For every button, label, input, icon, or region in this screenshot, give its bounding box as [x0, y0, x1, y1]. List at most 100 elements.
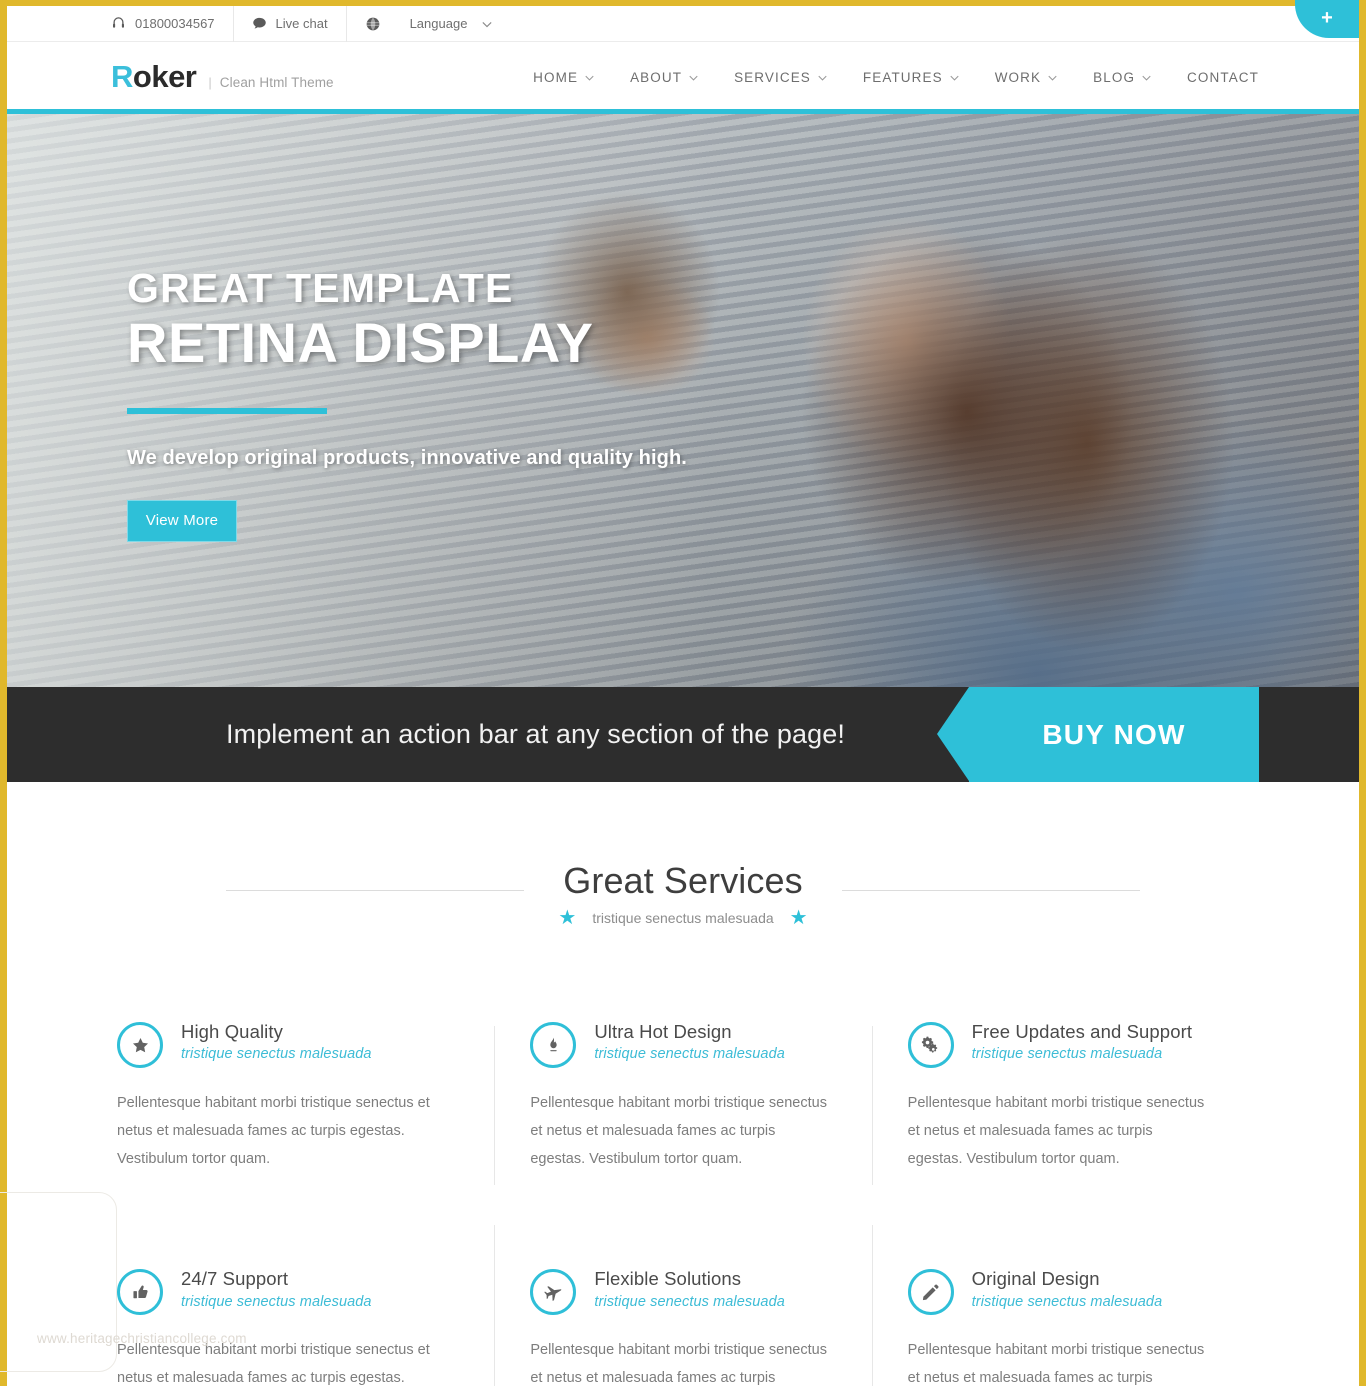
service-card-original-design[interactable]: Original Design tristique senectus males…: [871, 1219, 1249, 1386]
section-subtitle: tristique senectus malesuada: [592, 910, 774, 926]
nav-label: HOME: [533, 69, 579, 85]
airplane-icon: [530, 1269, 577, 1316]
topbar-language-label: Language: [409, 16, 468, 31]
hero-title-small: GREAT TEMPLATE: [127, 265, 514, 311]
logo-text: Roker: [111, 59, 197, 95]
logo-tagline: Clean Html Theme: [219, 75, 334, 90]
service-card-subtitle: tristique senectus malesuada: [594, 1046, 785, 1063]
nav-label: SERVICES: [734, 69, 811, 85]
site-header: Roker | Clean Html Theme HOME ABOUT SERV…: [7, 42, 1359, 114]
plus-icon: +: [1321, 7, 1333, 29]
service-card-titles: Original Design tristique senectus males…: [972, 1267, 1163, 1309]
service-card-body: Pellentesque habitant morbi tristique se…: [907, 1095, 1205, 1167]
nav-item-work[interactable]: WORK: [977, 70, 1075, 85]
hero-content: GREAT TEMPLATE RETINA DISPLAY We develop…: [7, 112, 1359, 542]
star-icon: ★: [789, 907, 808, 929]
service-card-body: Pellentesque habitant morbi tristique se…: [117, 1095, 430, 1167]
topbar-phone-label: 01800034567: [135, 16, 215, 31]
nav-item-home[interactable]: HOME: [515, 70, 612, 85]
nav-label: ABOUT: [630, 69, 683, 85]
chevron-down-icon: [1142, 73, 1151, 83]
star-icon: ★: [558, 907, 577, 929]
chevron-down-icon: [818, 73, 827, 83]
nav-item-features[interactable]: FEATURES: [845, 70, 977, 85]
top-utility-bar: 01800034567 Live chat Language +: [7, 0, 1359, 42]
nav-label: WORK: [994, 69, 1042, 85]
logo-separator: |: [208, 75, 212, 90]
hero-title-large: RETINA DISPLAY: [127, 311, 594, 375]
hero-subtitle: We develop original products, innovative…: [127, 446, 687, 469]
gears-icon: [907, 1022, 954, 1068]
chat-bubble-icon: [252, 16, 267, 31]
star-icon: [117, 1022, 163, 1068]
service-card-titles: Ultra Hot Design tristique senectus male…: [594, 1020, 785, 1062]
nav-item-services[interactable]: SERVICES: [716, 70, 845, 85]
service-card-flexible-solutions[interactable]: Flexible Solutions tristique senectus ma…: [494, 1219, 871, 1386]
nav-label: FEATURES: [862, 69, 943, 85]
add-tab-button[interactable]: +: [1295, 0, 1359, 38]
topbar-phone[interactable]: 01800034567: [111, 5, 234, 42]
section-title: Great Services: [563, 860, 803, 901]
service-card-title: Original Design: [971, 1268, 1100, 1290]
section-header: Great Services ★ tristique senectus male…: [7, 860, 1359, 928]
topbar-live-chat-label: Live chat: [275, 16, 328, 31]
service-card-subtitle: tristique senectus malesuada: [181, 1046, 372, 1063]
service-card-body: Pellentesque habitant morbi tristique se…: [907, 1342, 1205, 1386]
nav-item-about[interactable]: ABOUT: [612, 70, 716, 85]
nav-label: BLOG: [1093, 69, 1136, 85]
nav-item-blog[interactable]: BLOG: [1075, 70, 1169, 85]
section-subtitle-row: ★ tristique senectus malesuada ★: [7, 908, 1359, 928]
service-card-body: Pellentesque habitant morbi tristique se…: [530, 1342, 827, 1386]
chevron-down-icon: [482, 16, 493, 31]
logo[interactable]: Roker | Clean Html Theme: [111, 59, 334, 95]
chevron-down-icon: [950, 73, 959, 83]
chevron-down-icon: [689, 73, 698, 83]
service-card-subtitle: tristique senectus malesuada: [594, 1293, 785, 1310]
service-card-title: High Quality: [181, 1021, 283, 1042]
service-card-subtitle: tristique senectus malesuada: [181, 1293, 372, 1310]
flame-icon: [530, 1022, 577, 1068]
service-card-ultra-hot-design[interactable]: Ultra Hot Design tristique senectus male…: [494, 1020, 871, 1219]
service-card-title: Flexible Solutions: [594, 1268, 742, 1290]
service-card-titles: Flexible Solutions tristique senectus ma…: [594, 1267, 785, 1309]
service-card-title: Free Updates and Support: [971, 1021, 1193, 1042]
service-card-title: Ultra Hot Design: [594, 1021, 732, 1042]
nav-label: CONTACT: [1187, 69, 1259, 85]
buy-now-label: BUY NOW: [1042, 718, 1186, 750]
view-more-button[interactable]: View More: [127, 499, 237, 542]
service-card-header: 24/7 Support tristique senectus malesuad…: [117, 1267, 454, 1316]
service-card-24-7-support[interactable]: 24/7 Support tristique senectus malesuad…: [117, 1219, 494, 1386]
service-card-header: Flexible Solutions tristique senectus ma…: [530, 1267, 831, 1316]
thumbs-up-icon: [117, 1269, 163, 1316]
globe-icon: [365, 16, 381, 32]
topbar-live-chat[interactable]: Live chat: [234, 5, 347, 42]
service-card-body: Pellentesque habitant morbi tristique se…: [530, 1095, 827, 1167]
action-bar-text: Implement an action bar at any section o…: [226, 719, 845, 749]
headset-icon: [111, 16, 126, 31]
service-card-titles: 24/7 Support tristique senectus malesuad…: [181, 1267, 372, 1309]
buy-now-button[interactable]: BUY NOW: [937, 687, 1259, 782]
services-section: Great Services ★ tristique senectus male…: [7, 782, 1359, 1386]
service-card-title: 24/7 Support: [181, 1268, 289, 1290]
watermark-text: www.heritagechristiancollege.com: [37, 1331, 247, 1346]
main-navigation: HOME ABOUT SERVICES FEATURES WORK BLOG C…: [515, 70, 1259, 85]
service-card-high-quality[interactable]: High Quality tristique senectus malesuad…: [117, 1020, 494, 1219]
service-card-header: High Quality tristique senectus malesuad…: [117, 1020, 454, 1068]
nav-item-contact[interactable]: CONTACT: [1169, 70, 1259, 85]
page-root: 01800034567 Live chat Language + Roker |…: [0, 0, 1366, 1386]
service-card-titles: High Quality tristique senectus malesuad…: [181, 1020, 372, 1062]
service-card-header: Original Design tristique senectus males…: [907, 1267, 1209, 1316]
pencil-icon: [907, 1269, 954, 1316]
service-card-header: Ultra Hot Design tristique senectus male…: [530, 1020, 831, 1068]
service-card-free-updates-and-support[interactable]: Free Updates and Support tristique senec…: [871, 1020, 1249, 1219]
logo-rest: oker: [132, 59, 197, 94]
chevron-down-icon: [585, 73, 594, 83]
topbar-language[interactable]: Language: [347, 6, 511, 42]
service-card-subtitle: tristique senectus malesuada: [971, 1293, 1163, 1310]
chevron-down-icon: [1048, 73, 1057, 83]
service-card-subtitle: tristique senectus malesuada: [971, 1046, 1163, 1063]
section-divider: [7, 890, 1359, 892]
hero-accent-rule: [127, 407, 327, 414]
logo-initial: R: [111, 59, 133, 94]
service-card-titles: Free Updates and Support tristique senec…: [972, 1020, 1192, 1062]
